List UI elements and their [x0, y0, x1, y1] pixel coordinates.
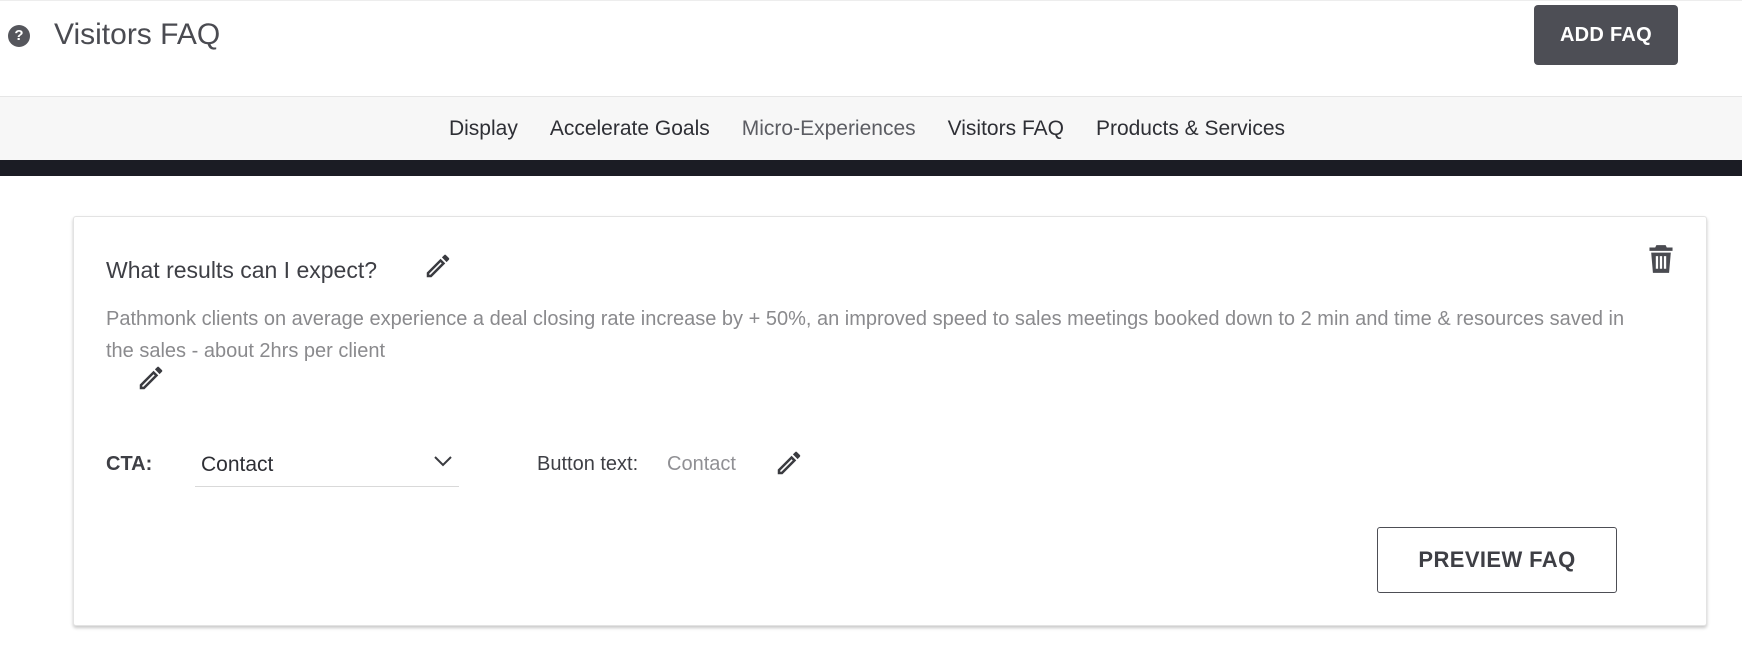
cta-selected-value: Contact: [201, 453, 274, 476]
cta-select[interactable]: Contact: [195, 437, 459, 487]
page-header: ? Visitors FAQ ADD FAQ: [0, 0, 1742, 96]
button-text-value[interactable]: Contact: [667, 453, 736, 476]
edit-answer-pencil-icon[interactable]: [136, 363, 166, 393]
divider-bar: [0, 160, 1742, 176]
add-faq-button[interactable]: ADD FAQ: [1534, 5, 1678, 65]
question-circle-icon[interactable]: ?: [8, 25, 30, 47]
delete-faq-trash-icon[interactable]: [1647, 244, 1675, 274]
chevron-down-icon: [431, 449, 455, 473]
preview-faq-button[interactable]: PREVIEW FAQ: [1377, 527, 1617, 593]
nav-item-accelerate-goals[interactable]: Accelerate Goals: [550, 117, 710, 141]
faq-answer: Pathmonk clients on average experience a…: [106, 308, 1625, 362]
cta-label: CTA:: [106, 453, 153, 475]
nav-item-display[interactable]: Display: [449, 117, 518, 141]
edit-question-pencil-icon[interactable]: [423, 251, 453, 281]
edit-button-text-pencil-icon[interactable]: [774, 448, 804, 478]
nav-item-visitors-faq[interactable]: Visitors FAQ: [948, 117, 1064, 141]
nav-item-micro-experiences[interactable]: Micro-Experiences: [742, 117, 916, 141]
top-navigation: Display Accelerate Goals Micro-Experienc…: [0, 96, 1742, 160]
faq-card: What results can I expect? Pathmonk clie…: [73, 216, 1707, 626]
faq-question: What results can I expect?: [106, 257, 378, 283]
button-text-label: Button text:: [537, 453, 639, 475]
nav-item-products-services[interactable]: Products & Services: [1096, 117, 1285, 141]
page-title: Visitors FAQ: [54, 18, 221, 51]
